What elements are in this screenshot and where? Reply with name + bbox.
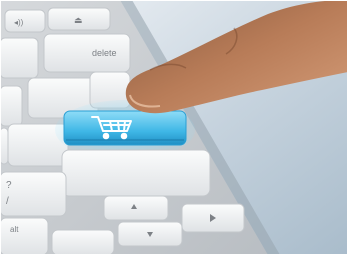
- key: [0, 85, 23, 127]
- volume-key-label: ◂)): [14, 18, 24, 27]
- photo-scene: ◂)) ⏏ delete ? / alt: [0, 0, 348, 255]
- eject-key-label: ⏏: [74, 15, 83, 25]
- key-eject: ⏏: [47, 7, 111, 31]
- key-left-arrow: [51, 229, 115, 255]
- key-delete: delete: [43, 33, 131, 73]
- key: [61, 149, 211, 197]
- key-down-arrow: [117, 221, 183, 247]
- key-volume: ◂)): [4, 9, 46, 33]
- key-slash: ? /: [0, 171, 67, 217]
- key: [0, 37, 39, 79]
- key-alt: alt: [0, 217, 49, 255]
- slash-key-label: /: [6, 196, 9, 207]
- key: [0, 127, 9, 165]
- keyboard-photo: ◂)) ⏏ delete ? / alt: [0, 0, 348, 255]
- key-right-arrow: [181, 203, 245, 233]
- alt-key-label: alt: [10, 225, 19, 234]
- delete-key-label: delete: [92, 48, 117, 58]
- key-up-arrow: [103, 195, 169, 221]
- shopping-cart-key: [63, 110, 187, 146]
- question-key-label: ?: [6, 180, 12, 191]
